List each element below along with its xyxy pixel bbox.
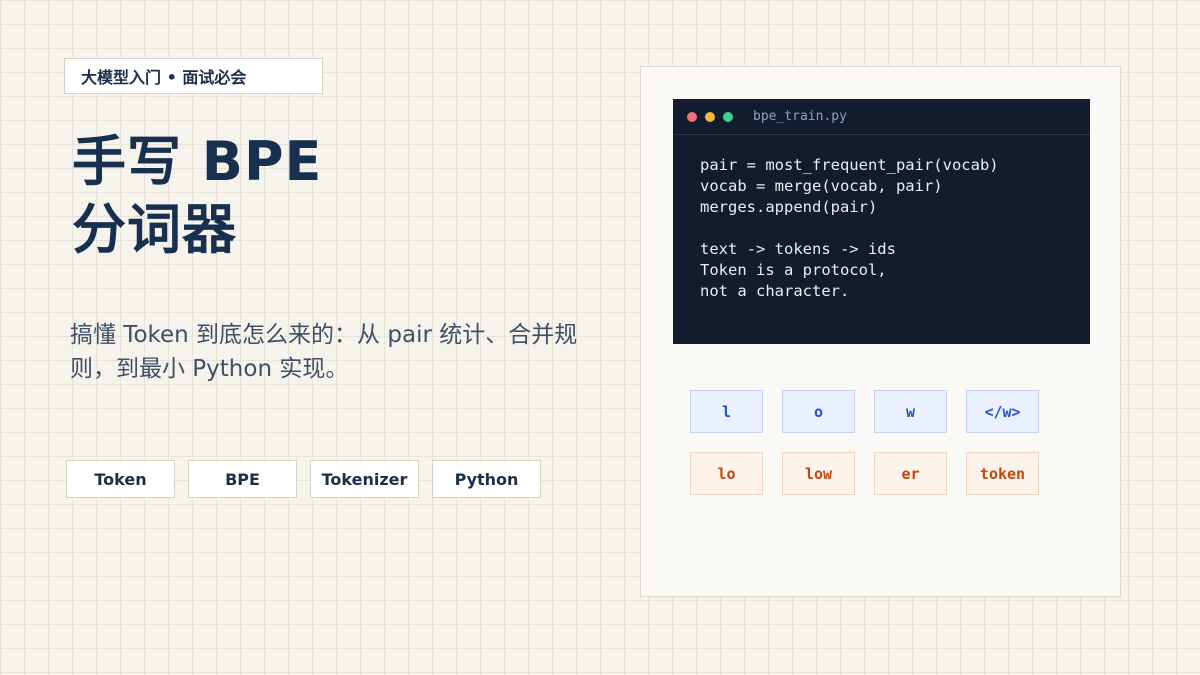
base-token: l — [690, 390, 763, 433]
base-token: </w> — [966, 390, 1039, 433]
token-grid: l o w </w> lo low er token — [690, 390, 1039, 495]
merged-token: low — [782, 452, 855, 495]
title-line-2: 分词器 — [72, 198, 237, 261]
illustration-panel: bpe_train.py pair = most_frequent_pair(v… — [640, 66, 1121, 597]
page-title: 手写 BPE 分词器 — [72, 128, 322, 264]
maximize-dot-icon — [723, 111, 733, 122]
code-line: not a character. — [700, 282, 850, 300]
code-line: vocab = merge(vocab, pair) — [700, 177, 943, 195]
category-badge: 大模型入门 • 面试必会 — [64, 58, 323, 94]
base-token: o — [782, 390, 855, 433]
merged-token: token — [966, 452, 1039, 495]
merged-token: lo — [690, 452, 763, 495]
subtitle: 搞懂 Token 到底怎么来的：从 pair 统计、合并规则，到最小 Pytho… — [70, 322, 578, 382]
code-line: merges.append(pair) — [700, 198, 878, 216]
code-line: Token is a protocol, — [700, 261, 887, 279]
minimize-dot-icon — [705, 111, 715, 122]
close-dot-icon — [687, 111, 697, 122]
tag-tokenizer: Tokenizer — [310, 460, 419, 498]
title-line-1: 手写 BPE — [72, 130, 323, 193]
code-block: pair = most_frequent_pair(vocab) vocab =… — [673, 135, 1090, 302]
code-line: text -> tokens -> ids — [700, 240, 896, 258]
base-token: w — [874, 390, 947, 433]
tag-python: Python — [432, 460, 541, 498]
merged-token: er — [874, 452, 947, 495]
editor-titlebar: bpe_train.py — [673, 99, 1090, 135]
code-editor: bpe_train.py pair = most_frequent_pair(v… — [673, 99, 1090, 344]
tag-list: Token BPE Tokenizer Python — [66, 460, 541, 498]
tag-token: Token — [66, 460, 175, 498]
tag-bpe: BPE — [188, 460, 297, 498]
editor-filename: bpe_train.py — [753, 109, 847, 124]
code-line: pair = most_frequent_pair(vocab) — [700, 156, 999, 174]
